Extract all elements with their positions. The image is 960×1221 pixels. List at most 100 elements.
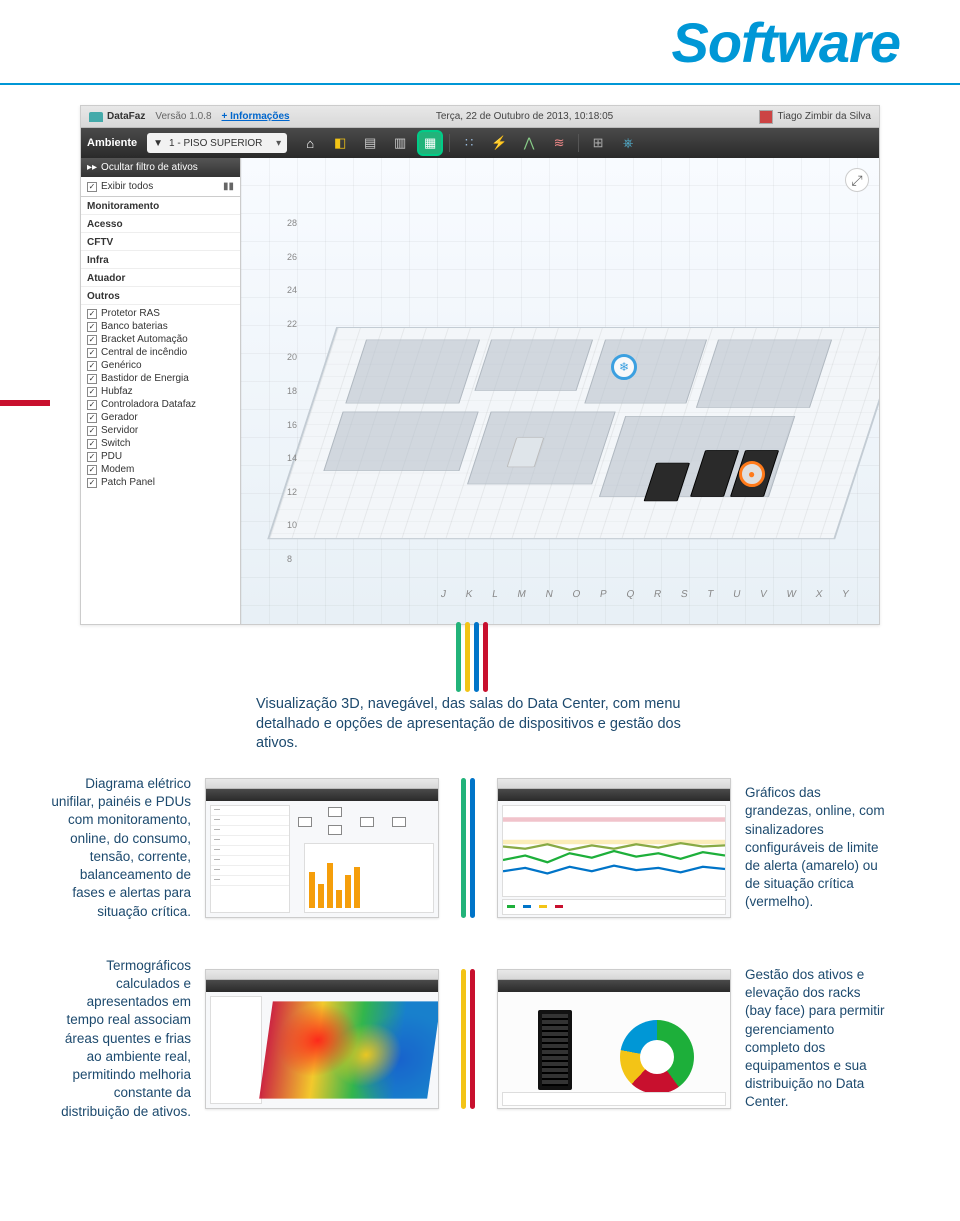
sidebar-cat-monitoramento[interactable]: Monitoramento [81, 197, 240, 215]
user-name: Tiago Zimbir da Silva [777, 111, 871, 122]
server-icon[interactable]: ▥ [389, 132, 411, 154]
heat-icon[interactable]: ≋ [548, 132, 570, 154]
axis-letter: S [680, 589, 689, 600]
feature-row-2: Termográficos calculados e apresentados … [50, 957, 910, 1121]
dots-icon[interactable]: ∷ [458, 132, 480, 154]
checkbox-icon[interactable]: ✓ [87, 439, 97, 449]
axis-letter: X [815, 589, 824, 600]
checkbox-icon[interactable]: ✓ [87, 465, 97, 475]
checkbox-icon[interactable]: ✓ [87, 182, 97, 192]
checkbox-icon[interactable]: ✓ [87, 374, 97, 384]
sidebar-item[interactable]: ✓Bastidor de Energia [81, 372, 240, 385]
checkbox-icon[interactable]: ✓ [87, 335, 97, 345]
sidebar-item[interactable]: ✓Genérico [81, 359, 240, 372]
sidebar-item[interactable]: ✓Banco baterias [81, 320, 240, 333]
sidebar-show-all[interactable]: ✓ Exibir todos ▮▮ [81, 177, 240, 197]
axis-number: 26 [287, 252, 297, 262]
sidebar-item[interactable]: ✓ Patch Panel [81, 476, 240, 489]
lan-icon[interactable]: ⊞ [587, 132, 609, 154]
sidebar-item[interactable]: ✓Gerador [81, 411, 240, 424]
room-wall [345, 340, 479, 404]
checkbox-icon[interactable]: ✓ [87, 413, 97, 423]
checkbox-icon[interactable]: ✓ [87, 452, 97, 462]
axis-number: 18 [287, 386, 297, 396]
room-wall [696, 340, 832, 408]
line-blue [474, 622, 479, 692]
grid-icon[interactable]: ▦ [419, 132, 441, 154]
checkbox-icon[interactable]: ✓ [87, 400, 97, 410]
brand-name: DataFaz [107, 111, 145, 122]
axis-number: 24 [287, 285, 297, 295]
sidebar-cat-acesso[interactable]: Acesso [81, 215, 240, 233]
sidebar-cat-outros[interactable]: Outros [81, 287, 240, 305]
sidebar-item[interactable]: ✓Hubfaz [81, 385, 240, 398]
checkbox-icon[interactable]: ✓ [87, 361, 97, 371]
main-screenshot: DataFaz Versão 1.0.8 + Informações Terça… [80, 105, 880, 625]
sidebar-header[interactable]: ▸▸ Ocultar filtro de ativos [81, 158, 240, 177]
checkbox-icon[interactable]: ✓ [87, 387, 97, 397]
database-icon[interactable]: ▤ [359, 132, 381, 154]
sidebar-item[interactable]: ✓Servidor [81, 424, 240, 437]
home-icon[interactable]: ⌂ [299, 132, 321, 154]
nav-icons: ⌂ ◧ ▤ ▥ ▦ ∷ ⚡ ⋀ ≋ ⊞ ⎈ [299, 132, 639, 154]
sidebar-item-label: Patch Panel [101, 477, 155, 488]
floor-select[interactable]: ▼ 1 - PISO SUPERIOR ▾ [147, 133, 287, 153]
chart-icon[interactable]: ⋀ [518, 132, 540, 154]
mini-diagram [298, 807, 428, 837]
feature-text-left: Termográficos calculados e apresentados … [50, 957, 205, 1121]
mini-heatmap [259, 1001, 439, 1098]
sidebar-item-label: Controladora Datafaz [101, 399, 196, 410]
mini-body [206, 992, 438, 1108]
mini-body [498, 992, 730, 1108]
sidebar-item[interactable]: ✓ PDU [81, 450, 240, 463]
sidebar-item[interactable]: ✓Switch [81, 437, 240, 450]
app-user[interactable]: Tiago Zimbir da Silva [759, 110, 871, 124]
sidebar-cat-atuador[interactable]: Atuador [81, 269, 240, 287]
checkbox-icon[interactable]: ✓ [87, 426, 97, 436]
feature-shot-charts [497, 778, 731, 918]
connector [439, 778, 497, 918]
main-caption: Visualização 3D, navegável, das salas do… [256, 695, 704, 754]
checkbox-icon[interactable]: ✓ [87, 478, 97, 488]
page-title: Software [50, 10, 900, 75]
room-wall [467, 412, 615, 484]
mini-nav [498, 789, 730, 801]
axis-letter: R [653, 589, 662, 600]
sidebar-item[interactable]: ✓ Bracket Automação [81, 333, 240, 346]
sidebar-item-label: Bracket Automação [101, 334, 188, 345]
sidebar-item-label: PDU [101, 451, 122, 462]
sensor-pin-alert[interactable]: ● [739, 461, 765, 487]
mini-legend [502, 1092, 726, 1106]
columns-icon[interactable]: ▮▮ [223, 181, 234, 192]
room-wall [584, 340, 707, 404]
line-yellow [465, 622, 470, 692]
fullscreen-icon[interactable]: ⤢ [845, 168, 869, 192]
sensor-pin-normal[interactable]: ❄ [611, 354, 637, 380]
pin-icon[interactable]: ⎈ [617, 132, 639, 154]
sidebar-cat-infra[interactable]: Infra [81, 251, 240, 269]
sidebar-item[interactable]: ✓Central de incêndio [81, 346, 240, 359]
sidebar-cat-cftv[interactable]: CFTV [81, 233, 240, 251]
checkbox-icon[interactable]: ✓ [87, 348, 97, 358]
feature-shot-assets [497, 969, 731, 1109]
sidebar-item[interactable]: ✓ Controladora Datafaz [81, 398, 240, 411]
sidebar-item[interactable]: ✓ Modem [81, 463, 240, 476]
bolt-icon[interactable]: ⚡ [488, 132, 510, 154]
sidebar-item[interactable]: ✓Protetor RAS [81, 307, 240, 320]
mini-table: —— —— —— —— [210, 805, 290, 913]
line-yellow [461, 969, 466, 1109]
viewport-3d[interactable]: ⤢ ❄ ● [241, 158, 879, 624]
sidebar-item-label: Modem [101, 464, 134, 475]
checkbox-icon[interactable]: ✓ [87, 322, 97, 332]
axis-number: 22 [287, 319, 297, 329]
layers-icon[interactable]: ◧ [329, 132, 351, 154]
info-link[interactable]: + Informações [222, 111, 290, 122]
feature-text-right: Gráficos das grandezas, online, com sina… [731, 784, 886, 912]
axis-letter: J [440, 589, 447, 600]
checkbox-icon[interactable]: ✓ [87, 309, 97, 319]
title-wrap: Software [50, 0, 910, 75]
mini-nav [206, 980, 438, 992]
mini-titlebar [498, 970, 730, 980]
line-red [483, 622, 488, 692]
mini-body [498, 801, 730, 917]
